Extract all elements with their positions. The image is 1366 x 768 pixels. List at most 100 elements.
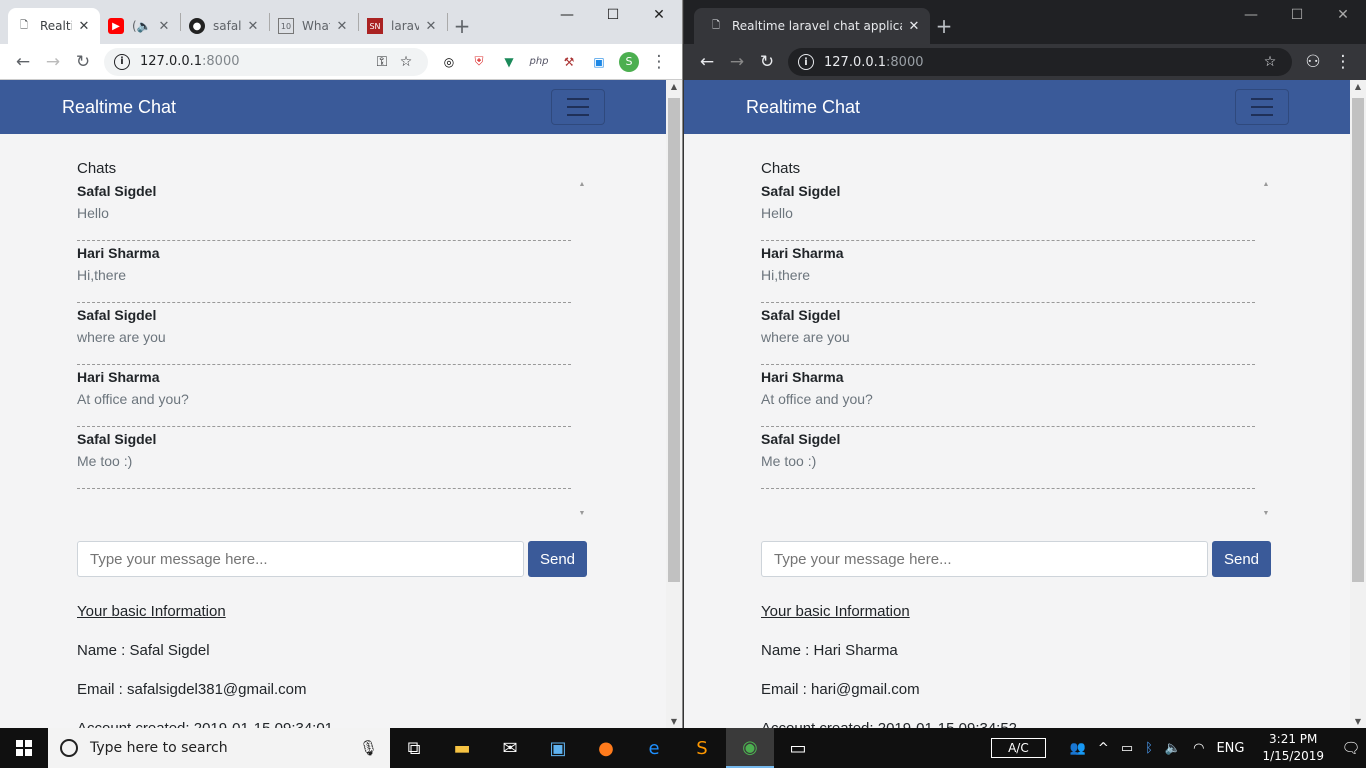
vue-icon[interactable]: ▼ — [494, 47, 524, 77]
terminal-icon[interactable]: ▭ — [774, 728, 822, 768]
navbar-toggler-icon[interactable] — [551, 89, 605, 125]
sn-icon: SN — [367, 18, 383, 34]
scroll-thumb[interactable] — [1352, 98, 1364, 582]
tab-youtube[interactable]: ▶ (🔈 ✕ — [100, 8, 180, 44]
navbar-brand[interactable]: Realtime Chat — [746, 97, 860, 118]
scroll-up-icon[interactable]: ▲ — [1350, 82, 1366, 91]
page-scrollbar[interactable]: ▲ ▼ — [1350, 80, 1366, 728]
back-icon[interactable]: ← — [692, 47, 722, 77]
navbar-toggler-icon[interactable] — [1235, 89, 1289, 125]
chat-box[interactable]: Safal Sigdel Hello Hari Sharma Hi,there Sa… — [77, 179, 587, 519]
scroll-down-icon[interactable]: ▼ — [666, 717, 682, 726]
notification-icon[interactable]: 🗨 — [1336, 739, 1366, 757]
close-window-icon[interactable]: ✕ — [1320, 0, 1366, 30]
send-button[interactable]: Send — [528, 541, 587, 577]
message-input[interactable] — [761, 541, 1208, 577]
new-tab-button[interactable]: + — [930, 8, 958, 44]
chat-scrollbar[interactable]: ▲ ▼ — [577, 179, 587, 519]
wifi-icon[interactable]: ◠ — [1193, 741, 1204, 756]
info-icon[interactable]: i — [798, 54, 814, 70]
fi-icon[interactable]: ▣ — [584, 47, 614, 77]
close-icon[interactable]: ✕ — [423, 19, 439, 34]
minimize-icon[interactable]: — — [544, 0, 590, 30]
scroll-up-icon[interactable]: ▲ — [666, 82, 682, 91]
close-icon[interactable]: ✕ — [334, 19, 350, 34]
scroll-down-icon[interactable]: ▼ — [1350, 717, 1366, 726]
tab-title: safal — [213, 19, 241, 33]
navbar-brand[interactable]: Realtime Chat — [62, 97, 176, 118]
chat-content: Chats Safal Sigdel Hello Hari Sharma Hi,th… — [684, 134, 1350, 728]
tab-realtime-chat[interactable]: 🗋 Realtime laravel chat application ✕ — [694, 8, 930, 44]
user-created: Account created: 2019-01-15 09:34:01 — [77, 720, 666, 728]
people-icon[interactable]: 👥 — [1070, 741, 1086, 756]
address-bar[interactable]: i 127.0.0.1:8000 ☆ — [788, 48, 1292, 76]
scroll-up-icon[interactable]: ▲ — [577, 181, 587, 188]
address-bar[interactable]: i 127.0.0.1:8000 ⚿ ☆ — [104, 47, 428, 76]
scroll-up-icon[interactable]: ▲ — [1261, 181, 1271, 188]
message-text: Hello — [761, 205, 793, 221]
info-icon[interactable]: i — [114, 53, 130, 70]
close-icon[interactable]: ✕ — [156, 19, 172, 34]
tab-github[interactable]: ● safal ✕ — [181, 8, 269, 44]
star-icon[interactable]: ☆ — [394, 54, 418, 70]
taskbar-search[interactable]: Type here to search 🎙 — [48, 728, 390, 768]
clock[interactable]: 3:21 PM 1/15/2019 — [1262, 731, 1324, 765]
close-icon[interactable]: ✕ — [906, 19, 922, 34]
profile-avatar[interactable]: S — [614, 47, 644, 77]
close-icon[interactable]: ✕ — [245, 19, 261, 34]
send-button[interactable]: Send — [1212, 541, 1271, 577]
chat-scrollbar[interactable]: ▲ ▼ — [1261, 179, 1271, 519]
menu-icon[interactable]: ⋮ — [644, 47, 674, 77]
forward-icon[interactable]: → — [722, 47, 752, 77]
message-user: Hari Sharma — [761, 245, 844, 261]
incognito-icon[interactable]: ⚇ — [1298, 47, 1328, 77]
scroll-thumb[interactable] — [668, 98, 680, 582]
message-input[interactable] — [77, 541, 524, 577]
sublime-icon[interactable]: S — [678, 728, 726, 768]
star-icon[interactable]: ☆ — [1258, 54, 1282, 70]
tool-icon[interactable]: ⚒ — [554, 47, 584, 77]
file-explorer-icon[interactable]: ▬ — [438, 728, 486, 768]
close-window-icon[interactable]: ✕ — [636, 0, 682, 30]
php-icon[interactable]: php — [524, 47, 554, 77]
tab-sn[interactable]: SN laravel ✕ — [359, 8, 447, 44]
microphone-icon[interactable]: 🎙 — [359, 739, 378, 757]
maximize-icon[interactable]: ☐ — [1274, 0, 1320, 30]
close-icon[interactable]: ✕ — [76, 19, 92, 34]
firefox-icon[interactable]: ● — [582, 728, 630, 768]
browser-toolbar: ← → ↻ i 127.0.0.1:8000 ⚿ ☆ ◎ ⛨ ▼ php ⚒ ▣… — [0, 44, 682, 80]
back-icon[interactable]: ← — [8, 47, 38, 77]
scroll-down-icon[interactable]: ▼ — [577, 510, 587, 517]
battery-icon[interactable]: ▭ — [1121, 741, 1133, 756]
volume-icon[interactable]: 🔈 — [1165, 741, 1181, 756]
key-icon[interactable]: ⚿ — [370, 54, 394, 70]
ac-indicator[interactable]: A/C — [991, 738, 1046, 758]
extension-icon[interactable]: ◎ — [434, 47, 464, 77]
message-user: Safal Sigdel — [77, 431, 157, 447]
chevron-up-icon[interactable]: ^ — [1098, 741, 1109, 756]
reload-icon[interactable]: ↻ — [68, 47, 98, 77]
tab-realtime-chat[interactable]: 🗋 Realtime laravel chat application ✕ — [8, 8, 100, 44]
scroll-down-icon[interactable]: ▼ — [1261, 510, 1271, 517]
menu-icon[interactable]: ⋮ — [1328, 47, 1358, 77]
chat-box[interactable]: Safal Sigdel Hello Hari Sharma Hi,there Sa… — [761, 179, 1271, 519]
windows-start-icon[interactable] — [0, 728, 48, 768]
browser-window-left: 🗋 Realtime laravel chat application ✕ ▶ … — [0, 0, 683, 728]
shield-icon[interactable]: ⛨ — [464, 47, 494, 77]
edge-icon[interactable]: e — [630, 728, 678, 768]
page-scrollbar[interactable]: ▲ ▼ — [666, 80, 682, 728]
store-icon[interactable]: ▣ — [534, 728, 582, 768]
language-indicator[interactable]: ENG — [1216, 741, 1244, 756]
forward-icon[interactable]: → — [38, 47, 68, 77]
task-view-icon[interactable]: ⧉ — [390, 728, 438, 768]
new-tab-button[interactable]: + — [448, 8, 476, 44]
page-icon: 🗋 — [711, 19, 721, 31]
bluetooth-icon[interactable]: ᛒ — [1145, 741, 1153, 756]
minimize-icon[interactable]: — — [1228, 0, 1274, 30]
mail-icon[interactable]: ✉ — [486, 728, 534, 768]
chat-message: Safal Sigdel Me too :) — [77, 427, 571, 489]
maximize-icon[interactable]: ☐ — [590, 0, 636, 30]
tab-ten[interactable]: 10 What ✕ — [270, 8, 358, 44]
chrome-icon[interactable]: ◉ — [726, 728, 774, 768]
reload-icon[interactable]: ↻ — [752, 47, 782, 77]
